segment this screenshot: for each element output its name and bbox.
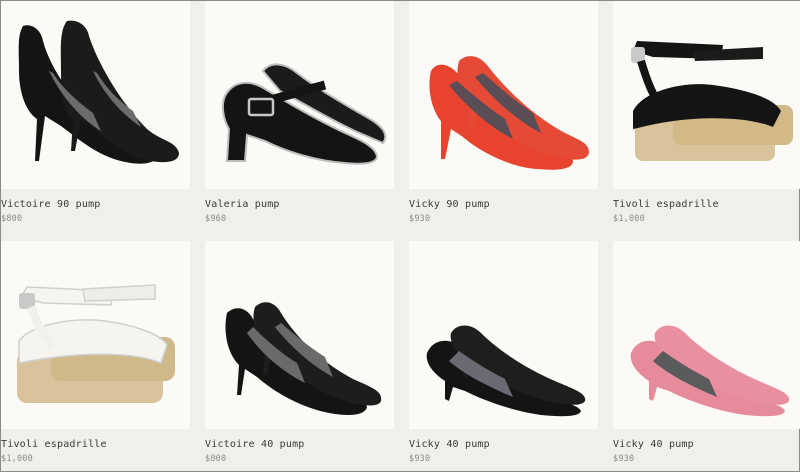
product-card[interactable]: Victoire 90 pump $800 xyxy=(1,1,190,224)
product-name[interactable]: Tivoli espadrille xyxy=(613,199,800,212)
product-image[interactable] xyxy=(613,1,800,189)
product-name[interactable]: Vicky 40 pump xyxy=(409,439,598,452)
product-card[interactable]: Tivoli espadrille $1,000 xyxy=(613,1,800,224)
product-image[interactable] xyxy=(205,1,394,189)
black-espadrille-wedge-icon xyxy=(631,41,793,161)
product-grid: Victoire 90 pump $800 Valeria pump $960 … xyxy=(1,1,800,471)
product-price: $800 xyxy=(1,214,23,224)
product-image[interactable] xyxy=(1,1,190,189)
product-price: $930 xyxy=(613,454,635,464)
product-name[interactable]: Victoire 40 pump xyxy=(205,439,394,452)
product-name[interactable]: Valeria pump xyxy=(205,199,394,212)
black-mary-jane-pump-icon xyxy=(221,63,387,165)
red-suede-pump-icon xyxy=(429,56,589,170)
product-price: $1,000 xyxy=(613,214,645,224)
product-name[interactable]: Vicky 90 pump xyxy=(409,199,598,212)
product-price: $930 xyxy=(409,454,431,464)
product-card[interactable]: Vicky 90 pump $930 xyxy=(409,1,598,224)
product-card[interactable]: Victoire 40 pump $800 xyxy=(205,241,394,464)
black-suede-wing-pump-icon xyxy=(18,20,179,164)
product-name[interactable]: Victoire 90 pump xyxy=(1,199,190,212)
product-card[interactable]: Vicky 40 pump $930 xyxy=(613,241,800,464)
product-image[interactable] xyxy=(409,241,598,429)
product-image[interactable] xyxy=(205,241,394,429)
product-card[interactable]: Valeria pump $960 xyxy=(205,1,394,224)
product-image[interactable] xyxy=(409,1,598,189)
product-image[interactable] xyxy=(1,241,190,429)
white-espadrille-wedge-icon xyxy=(17,284,175,403)
product-price: $960 xyxy=(205,214,227,224)
product-card[interactable]: Vicky 40 pump $930 xyxy=(409,241,598,464)
product-price: $930 xyxy=(409,214,431,224)
black-leather-kitten-pump-icon xyxy=(426,325,586,417)
black-suede-wing-kitten-pump-icon xyxy=(225,302,382,415)
product-price: $800 xyxy=(205,454,227,464)
product-image[interactable] xyxy=(613,241,800,429)
product-name[interactable]: Vicky 40 pump xyxy=(613,439,800,452)
pink-suede-kitten-pump-icon xyxy=(630,325,790,417)
product-name[interactable]: Tivoli espadrille xyxy=(1,439,190,452)
product-price: $1,000 xyxy=(1,454,33,464)
product-card[interactable]: Tivoli espadrille $1,000 xyxy=(1,241,190,464)
